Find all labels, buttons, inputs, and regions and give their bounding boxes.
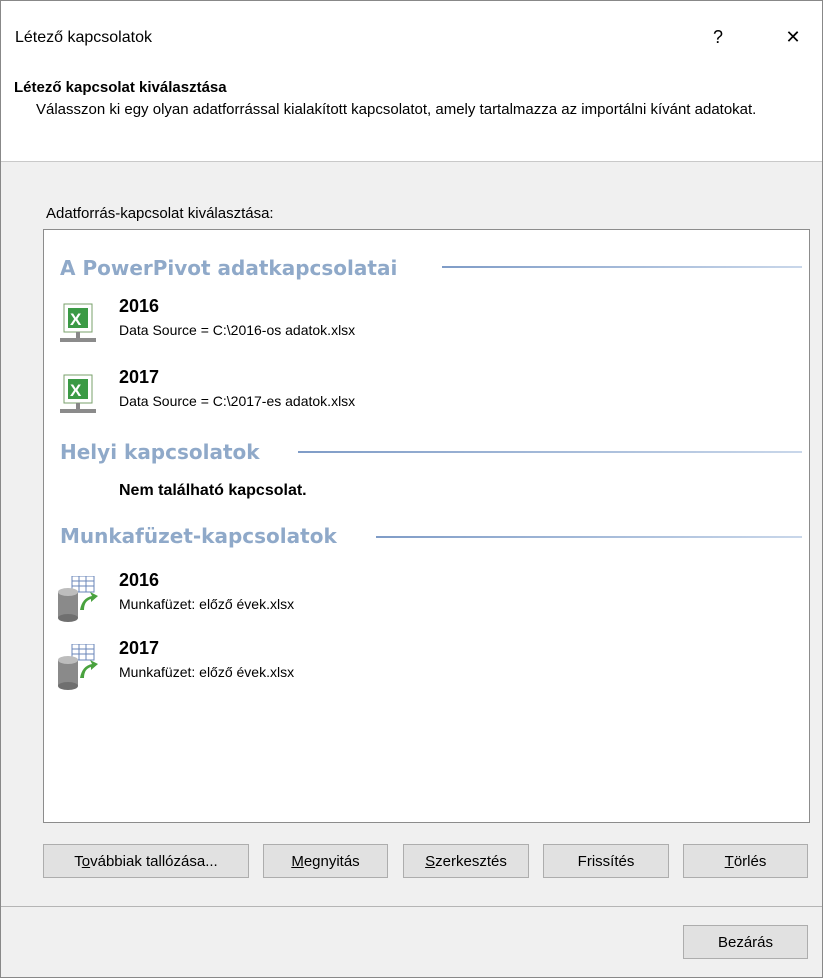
connection-detail: Data Source = C:\2017-es adatok.xlsx [119, 393, 356, 409]
group-divider [442, 266, 802, 268]
database-table-icon [58, 575, 98, 622]
group-header-local: Helyi kapcsolatok [60, 440, 260, 464]
refresh-button[interactable]: Frissítés [543, 844, 669, 878]
delete-button[interactable]: Törlés [683, 844, 808, 878]
help-button[interactable]: ? [698, 21, 738, 53]
empty-message: Nem található kapcsolat. [119, 482, 307, 499]
window-title: Létező kapcsolatok [15, 29, 152, 46]
connection-list-label: Adatforrás-kapcsolat kiválasztása: [46, 205, 274, 222]
browse-more-button[interactable]: Továbbiak tallózása... [43, 844, 249, 878]
list-item[interactable]: 2016 Munkafüzet: előző évek.xlsx [52, 570, 792, 630]
list-item[interactable]: 2017 Munkafüzet: előző évek.xlsx [52, 638, 792, 698]
connection-name: 2017 [119, 367, 160, 387]
header-panel: Létező kapcsolat kiválasztása Válasszon … [1, 67, 822, 162]
database-table-icon [58, 643, 98, 690]
svg-text:X: X [70, 381, 82, 400]
group-header-powerpivot: A PowerPivot adatkapcsolatai [60, 256, 398, 280]
svg-text:X: X [70, 310, 82, 329]
header-title: Létező kapcsolat kiválasztása [14, 79, 227, 96]
connection-list[interactable]: A PowerPivot adatkapcsolatai X 2016 Data… [43, 229, 810, 823]
edit-button[interactable]: Szerkesztés [403, 844, 529, 878]
connection-name: 2016 [119, 570, 160, 590]
connection-name: 2016 [119, 296, 160, 316]
header-description: Válasszon ki egy olyan adatforrással kia… [36, 101, 757, 118]
group-header-workbook: Munkafüzet-kapcsolatok [60, 524, 337, 548]
excel-connection-icon: X [58, 373, 98, 417]
connection-detail: Data Source = C:\2016-os adatok.xlsx [119, 322, 356, 338]
close-window-button[interactable]: ✕ [773, 21, 813, 53]
open-button[interactable]: Megnyitás [263, 844, 388, 878]
dialog-window: Létező kapcsolatok ? ✕ Létező kapcsolat … [0, 0, 823, 978]
connection-detail: Munkafüzet: előző évek.xlsx [119, 596, 295, 612]
list-item[interactable]: X 2016 Data Source = C:\2016-os adatok.x… [52, 296, 792, 356]
close-button[interactable]: Bezárás [683, 925, 808, 959]
footer-divider [1, 906, 822, 907]
group-divider [298, 451, 802, 453]
excel-connection-icon: X [58, 302, 98, 346]
list-item[interactable]: X 2017 Data Source = C:\2017-es adatok.x… [52, 367, 792, 427]
group-divider [376, 536, 802, 538]
connection-name: 2017 [119, 638, 160, 658]
connection-detail: Munkafüzet: előző évek.xlsx [119, 664, 295, 680]
